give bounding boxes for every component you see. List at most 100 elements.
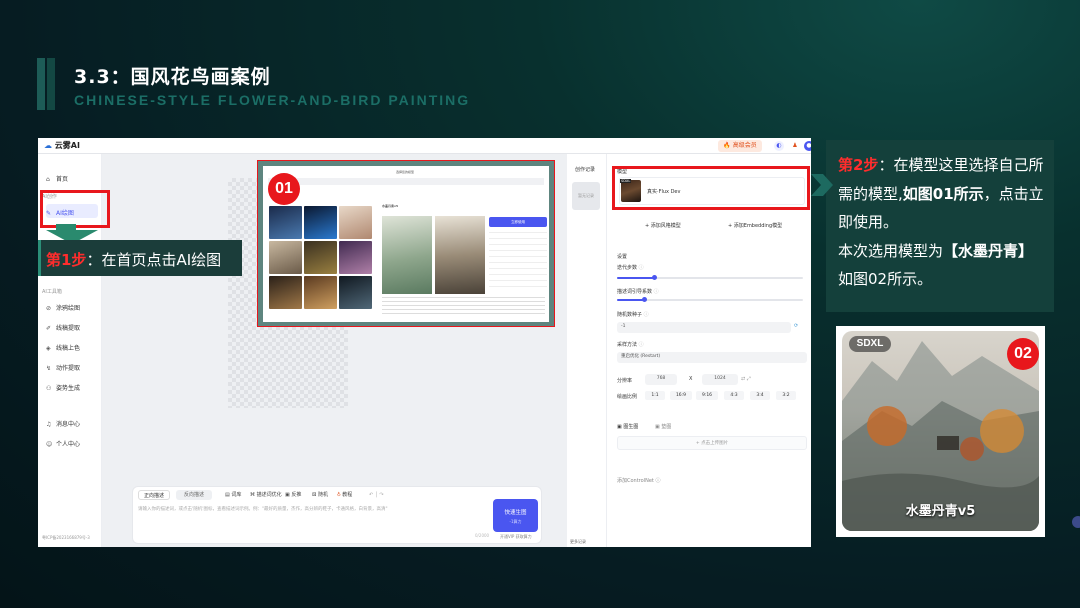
slide-title: 3.3：国风花鸟画案例: [74, 66, 271, 88]
vip-button-label: 高级会员: [732, 142, 757, 149]
vip-note[interactable]: 开通VIP 获取算力: [500, 534, 532, 540]
info-icon: ⓘ: [653, 289, 659, 295]
reverse-button[interactable]: ▣ 反推: [285, 490, 301, 500]
sampler-select[interactable]: 重启优化 (Restart): [617, 352, 807, 363]
sidebar-item-lineart[interactable]: ✐ 线稿提取: [46, 323, 80, 332]
step1-text: 第1步：在首页点击AI绘图: [46, 249, 221, 270]
ratio-option[interactable]: 16:9: [670, 391, 692, 400]
generate-cost: -1算力: [509, 519, 522, 524]
header-accent-bar: [37, 58, 45, 110]
step2-bold-1: 如图01所示: [902, 184, 984, 203]
step2-line2-b: 如图02所示。: [838, 270, 933, 288]
app-topbar: [38, 138, 811, 154]
optimize-button[interactable]: ⌘ 描述词优化: [250, 490, 282, 500]
ratio-label: 绘画比例: [617, 394, 638, 400]
upload-area[interactable]: + 点击上传图片: [617, 436, 807, 450]
swap-icon[interactable]: ⇄ ⤢: [741, 376, 751, 382]
info-icon: ⓘ: [638, 342, 644, 348]
upload-label: 点击上传图片: [701, 441, 729, 446]
sidebar-item-label: 线稿上色: [56, 345, 81, 352]
char-counter: 0/2000: [475, 533, 490, 538]
ratio-option[interactable]: 9:16: [696, 391, 718, 400]
edge-icon[interactable]: [1072, 516, 1080, 528]
app-logo[interactable]: ☁ 云雾AI: [44, 140, 80, 151]
image-icon: ▣: [285, 492, 290, 498]
ref-image-toggle[interactable]: ▣ 垫图: [655, 423, 671, 430]
sidebar-item-doodle[interactable]: ⊘ 涂鸦绘图: [46, 303, 80, 312]
cfg-slider-fill: [617, 299, 643, 301]
avatar[interactable]: ●: [804, 141, 811, 151]
lexicon-button[interactable]: ▤ 词库: [225, 490, 241, 500]
sidebar-item-profile[interactable]: ☺ 个人中心: [46, 439, 80, 448]
ratio-option[interactable]: 3:2: [776, 391, 796, 400]
ratio-option[interactable]: 4:3: [724, 391, 744, 400]
user-icon: ☺: [46, 441, 53, 448]
tool-label: 反推: [291, 492, 302, 498]
highlight-model-picker: [257, 160, 555, 327]
seed-input[interactable]: -1: [617, 322, 791, 333]
add-embedding-button[interactable]: + 添加Embedding模型: [728, 222, 782, 229]
refresh-icon[interactable]: ⟳: [794, 323, 798, 329]
paint-bucket-icon: ◈: [46, 345, 51, 352]
controlnet-button[interactable]: 添加ControlNet ⓘ: [617, 477, 660, 484]
undo-icon[interactable]: ↶ │ ↷: [369, 490, 384, 500]
tool-label: 教程: [342, 492, 353, 498]
record-column: [567, 154, 607, 547]
button-label: 添加风格模型: [650, 223, 681, 229]
sidebar-item-messages[interactable]: ♫ 消息中心: [46, 419, 80, 428]
tutorial-button[interactable]: ♁ 教程: [337, 490, 352, 500]
resolution-label: 分辨率: [617, 378, 633, 384]
cfg-slider-knob[interactable]: [642, 297, 647, 302]
button-label: 添加Embedding模型: [733, 223, 783, 229]
ratio-option[interactable]: 1:1: [645, 391, 665, 400]
add-style-model-button[interactable]: + 添加风格模型: [645, 222, 681, 229]
lineart-icon: ✐: [46, 325, 52, 332]
sdxl-tag: SDXL: [849, 336, 891, 352]
settings-panel: [607, 154, 811, 547]
random-button[interactable]: ⚄ 随机: [312, 490, 328, 500]
generate-button[interactable]: 快速生图 -1算力: [493, 499, 538, 532]
cloud-icon: ☁: [44, 141, 52, 150]
sidebar-item-label: 消息中心: [56, 421, 81, 428]
sidebar-item-pose[interactable]: ⚇ 姿势生成: [46, 383, 80, 392]
width-input[interactable]: 768: [645, 374, 677, 385]
steps-label: 迭代步数 ⓘ: [617, 264, 644, 271]
theme-icon[interactable]: ◐: [774, 141, 784, 151]
settings-heading: 设置: [617, 254, 628, 260]
tab-negative[interactable]: 反向描述: [176, 490, 212, 500]
ratio-option[interactable]: 3:4: [750, 391, 770, 400]
notification-icon[interactable]: ♟: [790, 141, 800, 151]
img2img-toggle[interactable]: ▣ 图生图: [617, 423, 638, 430]
resolution-x: X: [689, 376, 693, 382]
prompt-input[interactable]: 请输入你的描述词，或点击'随机'图标，查看描述词示例。例："最好的质量，杰作，高…: [138, 506, 388, 512]
vip-button[interactable]: 🔥 高级会员: [718, 140, 762, 152]
label-text: 迭代步数: [617, 265, 638, 271]
badge-01: 01: [268, 173, 300, 205]
step2-line2-a: 本次选用模型为: [838, 241, 944, 260]
generate-label: 快速生图: [504, 510, 527, 516]
label-text: 垫图: [661, 424, 672, 430]
bulb-icon: ♁: [337, 492, 341, 498]
icp-footer[interactable]: 粤ICP备2023166879号-3: [42, 535, 90, 541]
header-accent-bar-2: [47, 58, 55, 110]
sidebar-item-home[interactable]: ⌂ 首页: [46, 174, 68, 183]
tab-positive[interactable]: 正向描述: [138, 490, 170, 500]
sidebar-item-colorize[interactable]: ◈ 线稿上色: [46, 343, 80, 352]
record-footer[interactable]: 更多记录: [570, 539, 586, 545]
tool-label: 描述词优化: [256, 492, 282, 498]
sidebar-item-motion[interactable]: ↯ 动作提取: [46, 363, 80, 372]
tool-label: 随机: [317, 492, 328, 498]
sidebar-item-label: 首页: [56, 176, 69, 183]
home-icon: ⌂: [46, 176, 50, 183]
height-input[interactable]: 1024: [702, 374, 738, 385]
record-thumb: 暂无记录: [572, 182, 600, 210]
steps-slider-knob[interactable]: [652, 275, 657, 280]
record-label[interactable]: 创作记录: [575, 166, 595, 173]
book-icon: ▤: [225, 492, 230, 498]
seed-label: 随机数种子 ⓘ: [617, 311, 649, 318]
step2-text: 第2步：在模型这里选择自己所需的模型,如图01所示，点击立即使用。 本次选用模型为…: [838, 151, 1048, 294]
dice-icon: ⚄: [312, 492, 317, 498]
doodle-icon: ⊘: [46, 305, 52, 312]
label-text: 图生图: [623, 424, 639, 430]
step2-line2-bold: 【水墨丹青】: [943, 241, 1034, 260]
